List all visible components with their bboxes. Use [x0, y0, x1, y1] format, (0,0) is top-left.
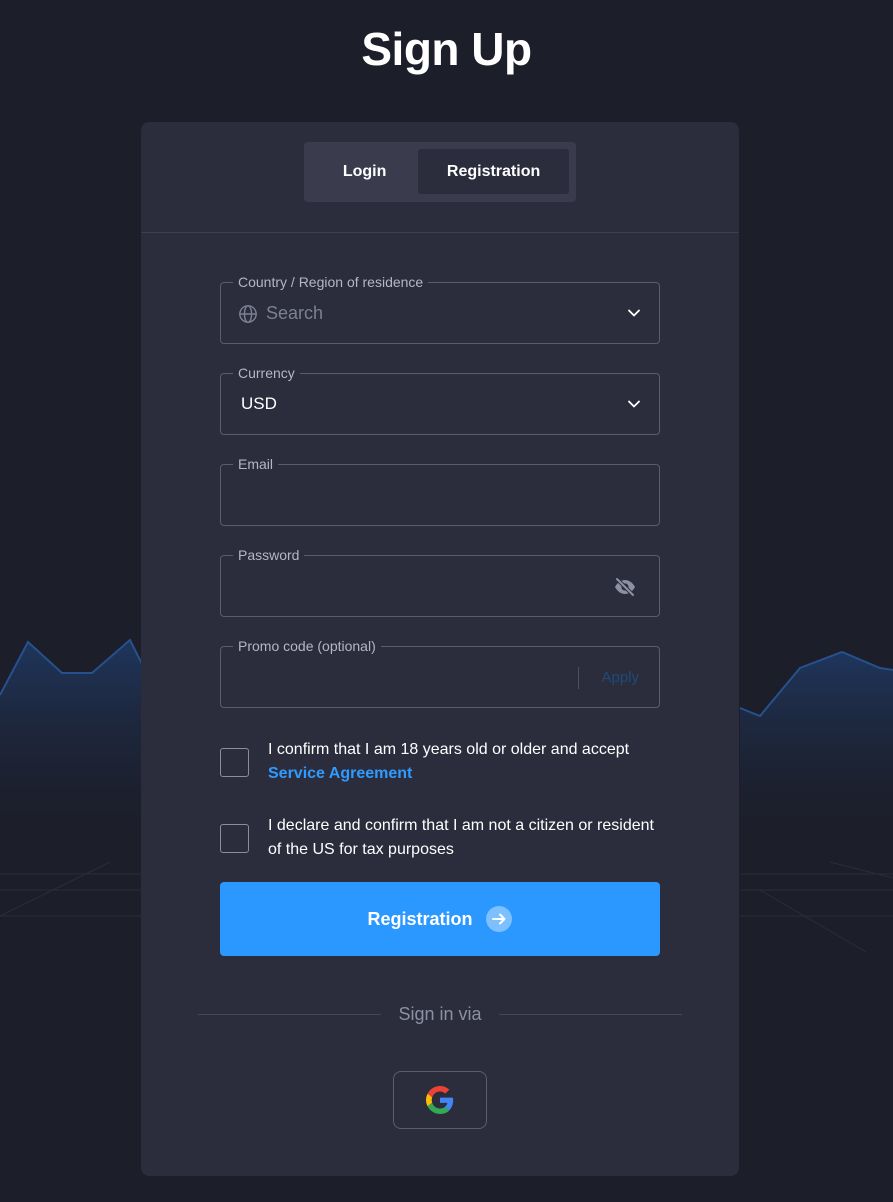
card-divider [141, 232, 739, 233]
age-confirm-checkbox[interactable] [220, 748, 249, 777]
service-agreement-link[interactable]: Service Agreement [268, 765, 412, 782]
chevron-down-icon[interactable] [627, 396, 641, 412]
email-label: Email [233, 455, 279, 473]
country-label: Country / Region of residence [233, 273, 429, 291]
apply-separator [578, 667, 579, 689]
tab-login[interactable]: Login [311, 149, 418, 194]
tax-confirm-checkbox[interactable] [220, 824, 249, 853]
tab-registration[interactable]: Registration [418, 149, 569, 194]
registration-button[interactable]: Registration [220, 882, 660, 956]
password-label: Password [233, 546, 305, 564]
currency-value: USD [241, 394, 277, 413]
tax-confirm-label: I declare and confirm that I am not a ci… [268, 817, 654, 858]
arrow-right-icon [485, 906, 512, 932]
page-title: Sign Up [361, 23, 532, 75]
country-select[interactable]: Country / Region of residence Search [220, 273, 660, 344]
email-field[interactable]: Email [220, 455, 660, 526]
sign-in-via: Sign in via [198, 1002, 682, 1026]
tax-confirm-row: I declare and confirm that I am not a ci… [220, 814, 660, 864]
chevron-down-icon[interactable] [627, 305, 641, 321]
page: Sign Up Login Registration Country / Reg… [0, 0, 893, 1202]
promo-code-field[interactable]: Promo code (optional) Apply [220, 637, 660, 708]
divider-right [499, 1014, 682, 1015]
age-confirm-text: I confirm that I am 18 years old or olde… [268, 738, 663, 786]
country-search-placeholder: Search [266, 303, 324, 323]
promo-label: Promo code (optional) [233, 637, 381, 655]
password-field[interactable]: Password [220, 546, 660, 617]
signup-card: Login Registration Country / Region of r… [141, 122, 739, 1176]
globe-icon [239, 305, 257, 323]
currency-label: Currency [233, 364, 300, 382]
eye-off-icon[interactable] [613, 575, 637, 599]
google-sign-in-button[interactable] [393, 1071, 487, 1129]
google-icon [426, 1086, 454, 1114]
auth-tabs: Login Registration [304, 142, 576, 202]
registration-button-label: Registration [367, 908, 473, 929]
currency-select[interactable]: Currency USD [220, 364, 660, 435]
age-confirm-label: I confirm that I am 18 years old or olde… [268, 741, 630, 758]
age-confirm-row: I confirm that I am 18 years old or olde… [220, 738, 660, 788]
apply-button[interactable]: Apply [601, 668, 639, 688]
